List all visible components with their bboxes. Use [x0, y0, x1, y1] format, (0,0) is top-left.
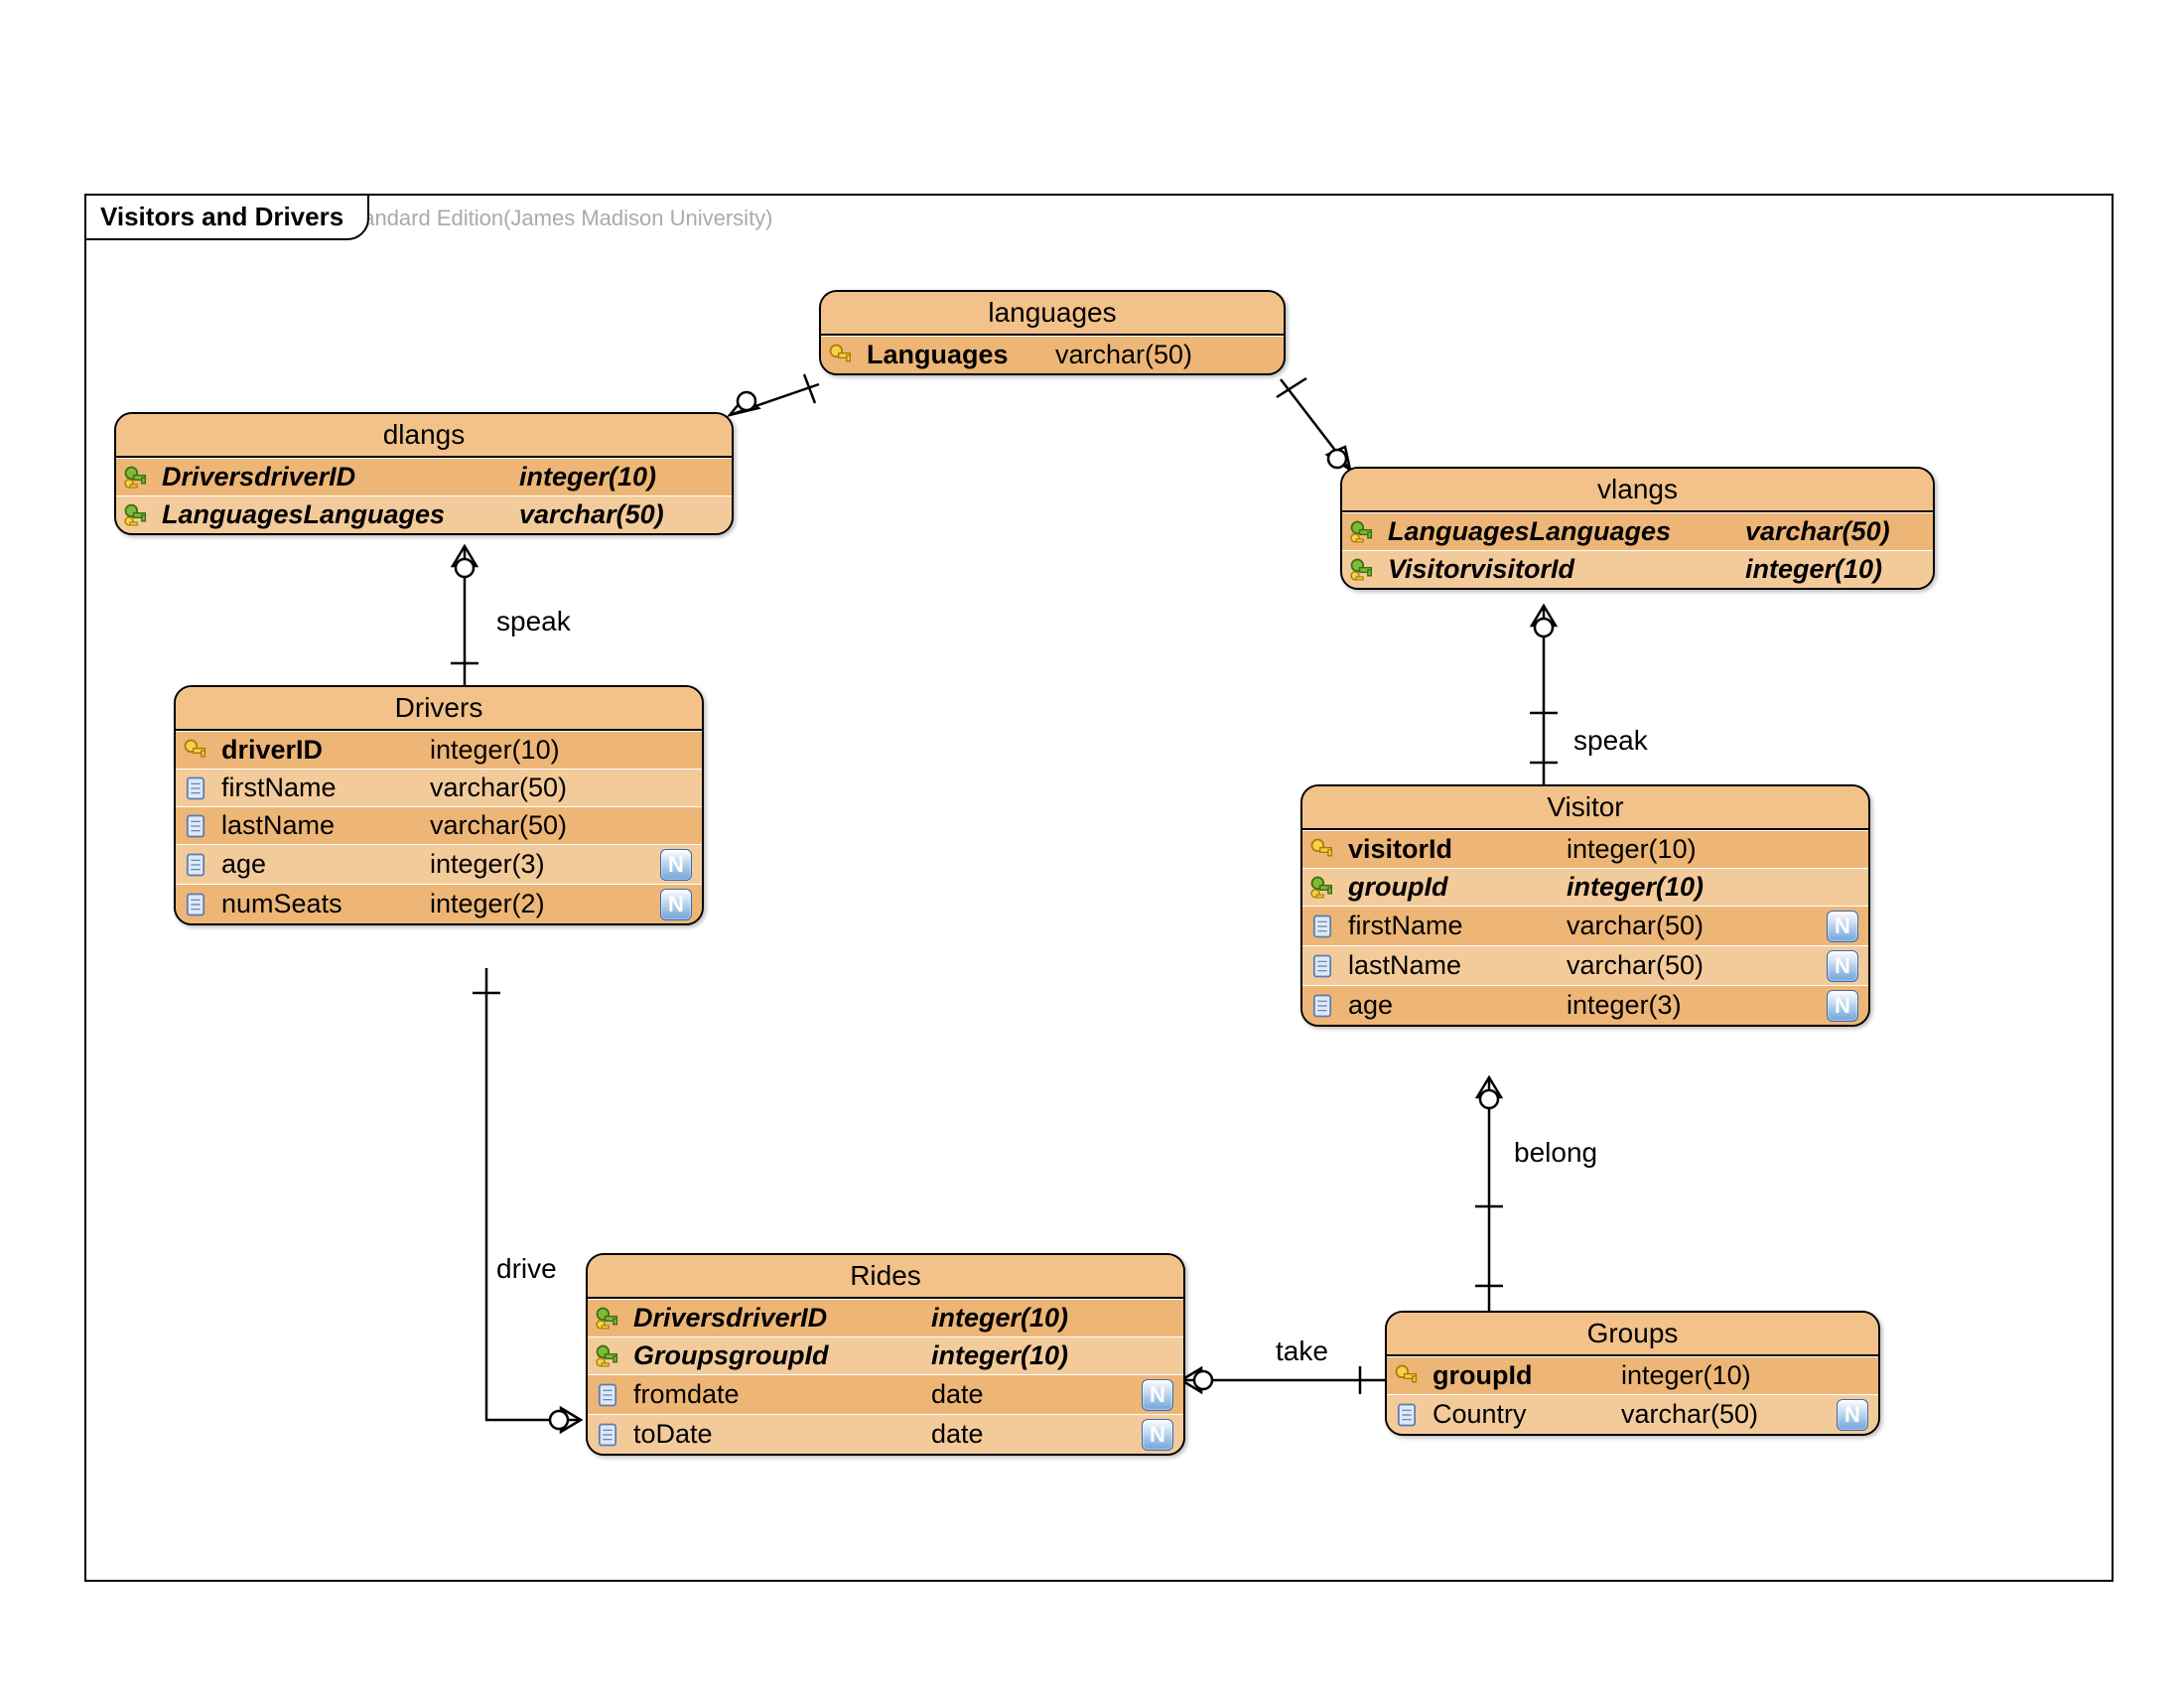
- column-row[interactable]: visitorIdinteger(10): [1302, 830, 1868, 868]
- column-name: numSeats: [221, 889, 430, 919]
- column-name: groupId: [1348, 872, 1567, 903]
- column-type: integer(10): [430, 735, 560, 766]
- column-row[interactable]: firstNamevarchar(50) N: [1302, 906, 1868, 945]
- column-type: date: [931, 1379, 984, 1410]
- entity-dlangs[interactable]: dlangsDriversdriverIDinteger(10)Language…: [114, 412, 734, 535]
- column-row[interactable]: numSeatsinteger(2) N: [176, 884, 702, 923]
- entity-languages[interactable]: languagesLanguagesvarchar(50): [819, 290, 1286, 375]
- column-row[interactable]: toDatedate N: [588, 1414, 1183, 1454]
- entity-groups[interactable]: GroupsgroupIdinteger(10)Countryvarchar(5…: [1385, 1311, 1880, 1436]
- entity-drivers[interactable]: DriversdriverIDinteger(10)firstNamevarch…: [174, 685, 704, 925]
- column-row[interactable]: Languagesvarchar(50): [821, 336, 1284, 373]
- column-row[interactable]: lastNamevarchar(50) N: [1302, 945, 1868, 985]
- column-name: Country: [1433, 1399, 1621, 1430]
- column-name: age: [1348, 990, 1567, 1021]
- nullable-badge: N: [660, 849, 692, 881]
- nullable-badge: N: [1827, 990, 1858, 1022]
- column-name: DriversdriverID: [633, 1303, 931, 1334]
- entity-title: Rides: [588, 1255, 1183, 1299]
- nullable-badge: N: [1142, 1419, 1173, 1451]
- column-type: varchar(50): [430, 810, 567, 841]
- column-type: varchar(50): [1567, 911, 1704, 941]
- column-row[interactable]: groupIdinteger(10): [1302, 868, 1868, 906]
- column-type: varchar(50): [1745, 516, 1890, 547]
- column-name: Languages: [867, 340, 1055, 370]
- column-type: integer(3): [430, 849, 545, 880]
- entity-title: Drivers: [176, 687, 702, 731]
- column-type: integer(10): [1621, 1360, 1751, 1391]
- column-row[interactable]: groupIdinteger(10): [1387, 1356, 1878, 1394]
- entity-title: languages: [821, 292, 1284, 336]
- entity-title: Groups: [1387, 1313, 1878, 1356]
- nullable-badge: N: [660, 889, 692, 920]
- rel-label-take: take: [1276, 1336, 1328, 1367]
- column-type: varchar(50): [1055, 340, 1192, 370]
- nullable-badge: N: [1827, 950, 1858, 982]
- column-row[interactable]: GroupsgroupIdinteger(10): [588, 1336, 1183, 1374]
- column-row[interactable]: DriversdriverIDinteger(10): [588, 1299, 1183, 1336]
- rel-label-speak-2: speak: [1573, 725, 1648, 757]
- column-row[interactable]: ageinteger(3) N: [176, 844, 702, 884]
- column-name: lastName: [1348, 950, 1567, 981]
- column-name: GroupsgroupId: [633, 1340, 931, 1371]
- column-row[interactable]: ageinteger(3) N: [1302, 985, 1868, 1025]
- column-type: integer(10): [1567, 834, 1697, 865]
- column-row[interactable]: fromdatedate N: [588, 1374, 1183, 1414]
- column-type: integer(10): [1567, 872, 1704, 903]
- column-row[interactable]: driverIDinteger(10): [176, 731, 702, 769]
- entity-vlangs[interactable]: vlangsLanguagesLanguagesvarchar(50)Visit…: [1340, 467, 1935, 590]
- column-name: age: [221, 849, 430, 880]
- column-type: varchar(50): [519, 499, 664, 530]
- column-name: LanguagesLanguages: [1388, 516, 1745, 547]
- column-name: firstName: [221, 773, 430, 803]
- column-type: integer(10): [931, 1303, 1068, 1334]
- column-type: integer(10): [931, 1340, 1068, 1371]
- entity-visitor[interactable]: VisitorvisitorIdinteger(10)groupIdintege…: [1300, 784, 1870, 1027]
- column-row[interactable]: LanguagesLanguagesvarchar(50): [116, 495, 732, 533]
- column-name: fromdate: [633, 1379, 931, 1410]
- column-type: integer(2): [430, 889, 545, 919]
- column-name: DriversdriverID: [162, 462, 519, 492]
- column-name: LanguagesLanguages: [162, 499, 519, 530]
- column-type: varchar(50): [1567, 950, 1704, 981]
- column-name: driverID: [221, 735, 430, 766]
- column-name: visitorId: [1348, 834, 1567, 865]
- column-type: varchar(50): [430, 773, 567, 803]
- column-row[interactable]: VisitorvisitorIdinteger(10): [1342, 550, 1933, 588]
- column-row[interactable]: Countryvarchar(50) N: [1387, 1394, 1878, 1434]
- column-name: toDate: [633, 1419, 931, 1450]
- entity-title: vlangs: [1342, 469, 1933, 512]
- frame-title: Visitors and Drivers: [84, 194, 369, 240]
- column-name: lastName: [221, 810, 430, 841]
- rel-label-drive: drive: [496, 1253, 557, 1285]
- rel-label-speak-1: speak: [496, 606, 571, 637]
- nullable-badge: N: [1827, 911, 1858, 942]
- column-row[interactable]: lastNamevarchar(50): [176, 806, 702, 844]
- column-type: integer(3): [1567, 990, 1682, 1021]
- column-type: varchar(50): [1621, 1399, 1758, 1430]
- entity-title: dlangs: [116, 414, 732, 458]
- column-type: integer(10): [519, 462, 656, 492]
- entity-rides[interactable]: RidesDriversdriverIDinteger(10)Groupsgro…: [586, 1253, 1185, 1456]
- column-row[interactable]: firstNamevarchar(50): [176, 769, 702, 806]
- column-type: integer(10): [1745, 554, 1882, 585]
- entity-title: Visitor: [1302, 786, 1868, 830]
- rel-label-belong: belong: [1514, 1137, 1597, 1169]
- column-type: date: [931, 1419, 984, 1450]
- nullable-badge: N: [1142, 1379, 1173, 1411]
- column-name: VisitorvisitorId: [1388, 554, 1745, 585]
- column-name: groupId: [1433, 1360, 1621, 1391]
- nullable-badge: N: [1837, 1399, 1868, 1431]
- column-row[interactable]: LanguagesLanguagesvarchar(50): [1342, 512, 1933, 550]
- column-name: firstName: [1348, 911, 1567, 941]
- column-row[interactable]: DriversdriverIDinteger(10): [116, 458, 732, 495]
